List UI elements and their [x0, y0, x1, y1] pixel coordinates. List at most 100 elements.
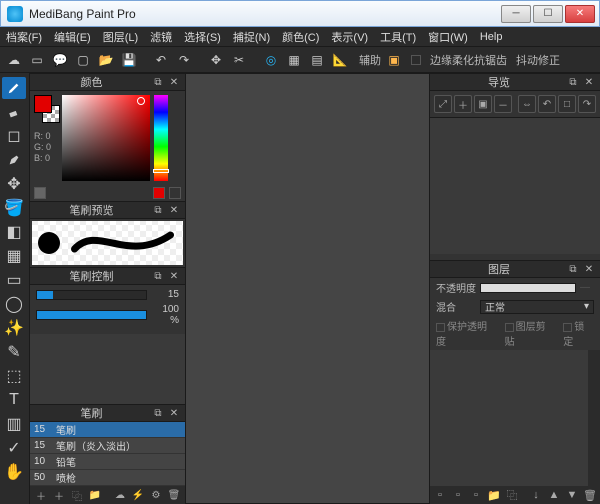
- menu-edit[interactable]: 编辑(E): [54, 29, 91, 45]
- minimize-button[interactable]: ─: [501, 5, 531, 23]
- menu-file[interactable]: 档案(F): [6, 29, 42, 45]
- lasso-tool[interactable]: ◯: [2, 293, 26, 315]
- hue-bar[interactable]: [154, 95, 168, 181]
- comment-icon[interactable]: 💬: [50, 50, 70, 70]
- delete-layer-icon[interactable]: 🗑: [582, 488, 598, 502]
- popout-icon[interactable]: ⧉: [151, 406, 165, 420]
- gradient-tool[interactable]: ▦: [2, 245, 26, 267]
- brush-row[interactable]: 15笔刷（炎入淡出）: [30, 438, 185, 454]
- wand-tool[interactable]: ✨: [2, 317, 26, 339]
- ruler2-icon[interactable]: ▤: [307, 50, 327, 70]
- zoom-in-icon[interactable]: ＋: [454, 95, 472, 113]
- hand-tool[interactable]: ✋: [2, 461, 26, 483]
- transform-icon[interactable]: ✥: [206, 50, 226, 70]
- gear-icon[interactable]: ⚙: [149, 488, 163, 502]
- popout-icon[interactable]: ⧉: [566, 75, 580, 89]
- bucket-tool[interactable]: ◧: [2, 221, 26, 243]
- rotate-cw-icon[interactable]: ↷: [578, 95, 596, 113]
- popout-icon[interactable]: ⧉: [151, 203, 165, 217]
- size-slider[interactable]: [36, 290, 147, 300]
- palette-red[interactable]: [153, 187, 165, 199]
- foreground-swatch[interactable]: [34, 95, 52, 113]
- zoom-out-icon[interactable]: －: [494, 95, 512, 113]
- new-folder-icon[interactable]: 📁: [486, 488, 502, 502]
- select-erase-tool[interactable]: ⬚: [2, 365, 26, 387]
- text-tool[interactable]: T: [2, 389, 26, 411]
- popout-icon[interactable]: ⧉: [151, 75, 165, 89]
- select-rect-tool[interactable]: ▭: [2, 269, 26, 291]
- layer-list[interactable]: [430, 350, 600, 486]
- brush-row[interactable]: 50喷枪: [30, 470, 185, 486]
- new-layer-icon[interactable]: ▫: [432, 488, 448, 502]
- close-panel-icon[interactable]: ✕: [167, 203, 181, 217]
- navigator-area[interactable]: [430, 118, 600, 254]
- antialias-checkbox[interactable]: [411, 55, 421, 65]
- merge-down-icon[interactable]: ↓: [528, 488, 544, 502]
- close-panel-icon[interactable]: ✕: [167, 406, 181, 420]
- ruler1-icon[interactable]: ▦: [284, 50, 304, 70]
- menu-filter[interactable]: 滤镜: [150, 29, 172, 45]
- eraser-tool[interactable]: [2, 101, 26, 123]
- rotate-reset-icon[interactable]: □: [558, 95, 576, 113]
- close-panel-icon[interactable]: ✕: [167, 75, 181, 89]
- close-panel-icon[interactable]: ✕: [167, 269, 181, 283]
- save-icon[interactable]: 💾: [119, 50, 139, 70]
- fill-tool[interactable]: 🪣: [2, 197, 26, 219]
- opacity-slider[interactable]: [36, 310, 147, 320]
- menu-select[interactable]: 选择(S): [184, 29, 221, 45]
- trash-icon[interactable]: 🗑: [167, 488, 181, 502]
- ruler3-icon[interactable]: 📐: [330, 50, 350, 70]
- folder-icon[interactable]: 📁: [88, 488, 102, 502]
- color-field[interactable]: [62, 95, 150, 181]
- menu-snap[interactable]: 捕捉(N): [233, 29, 270, 45]
- eyedrop-tool[interactable]: ✓: [2, 437, 26, 459]
- open-icon[interactable]: 📂: [96, 50, 116, 70]
- layer-down-icon[interactable]: ▼: [564, 488, 580, 502]
- menu-tool[interactable]: 工具(T): [380, 29, 416, 45]
- new-layer3-icon[interactable]: ▫: [468, 488, 484, 502]
- dup-layer-icon[interactable]: ⿻: [504, 488, 520, 502]
- menu-window[interactable]: 窗口(W): [428, 29, 468, 45]
- close-panel-icon[interactable]: ✕: [582, 262, 596, 276]
- move-tool[interactable]: ✥: [2, 173, 26, 195]
- protect-alpha-checkbox[interactable]: [436, 323, 445, 332]
- rotate-ccw-icon[interactable]: ↶: [538, 95, 556, 113]
- brush-row[interactable]: 15笔刷: [30, 422, 185, 438]
- pen-select-tool[interactable]: ✎: [2, 341, 26, 363]
- clip-checkbox[interactable]: [505, 323, 514, 332]
- zoom-fit-icon[interactable]: ⤢: [434, 95, 452, 113]
- add-brush2-icon[interactable]: ＋: [52, 488, 66, 502]
- palette-btn[interactable]: [34, 187, 46, 199]
- pen-tool[interactable]: [2, 149, 26, 171]
- add-brush-icon[interactable]: ＋: [34, 488, 48, 502]
- rect-icon[interactable]: ▢: [73, 50, 93, 70]
- maximize-button[interactable]: ☐: [533, 5, 563, 23]
- close-panel-icon[interactable]: ✕: [582, 75, 596, 89]
- canvas-area[interactable]: [185, 73, 430, 504]
- new-icon[interactable]: ▭: [27, 50, 47, 70]
- target-icon[interactable]: ◎: [261, 50, 281, 70]
- popout-icon[interactable]: ⧉: [566, 262, 580, 276]
- menu-color[interactable]: 颜色(C): [282, 29, 319, 45]
- layer-up-icon[interactable]: ▲: [546, 488, 562, 502]
- new-layer2-icon[interactable]: ▫: [450, 488, 466, 502]
- cloud-icon[interactable]: ☁: [4, 50, 24, 70]
- menu-view[interactable]: 表示(V): [331, 29, 368, 45]
- lock-checkbox[interactable]: [563, 323, 572, 332]
- crop-icon[interactable]: ✂: [229, 50, 249, 70]
- undo-icon[interactable]: ↶: [151, 50, 171, 70]
- zoom-100-icon[interactable]: ▣: [474, 95, 492, 113]
- cloud-brush-icon[interactable]: ☁: [113, 488, 127, 502]
- menu-help[interactable]: Help: [480, 31, 503, 43]
- popout-icon[interactable]: ⧉: [151, 269, 165, 283]
- popout-icon[interactable]: [169, 187, 181, 199]
- panel-tool[interactable]: ▥: [2, 413, 26, 435]
- close-button[interactable]: ✕: [565, 5, 595, 23]
- brush-row[interactable]: 10铅笔: [30, 454, 185, 470]
- redo-icon[interactable]: ↷: [174, 50, 194, 70]
- brush-tool[interactable]: [2, 77, 26, 99]
- bolt-icon[interactable]: ⚡: [131, 488, 145, 502]
- dup-brush-icon[interactable]: ⿻: [70, 488, 84, 502]
- flip-icon[interactable]: ⇔: [518, 95, 536, 113]
- blend-mode-select[interactable]: 正常▾: [480, 300, 594, 314]
